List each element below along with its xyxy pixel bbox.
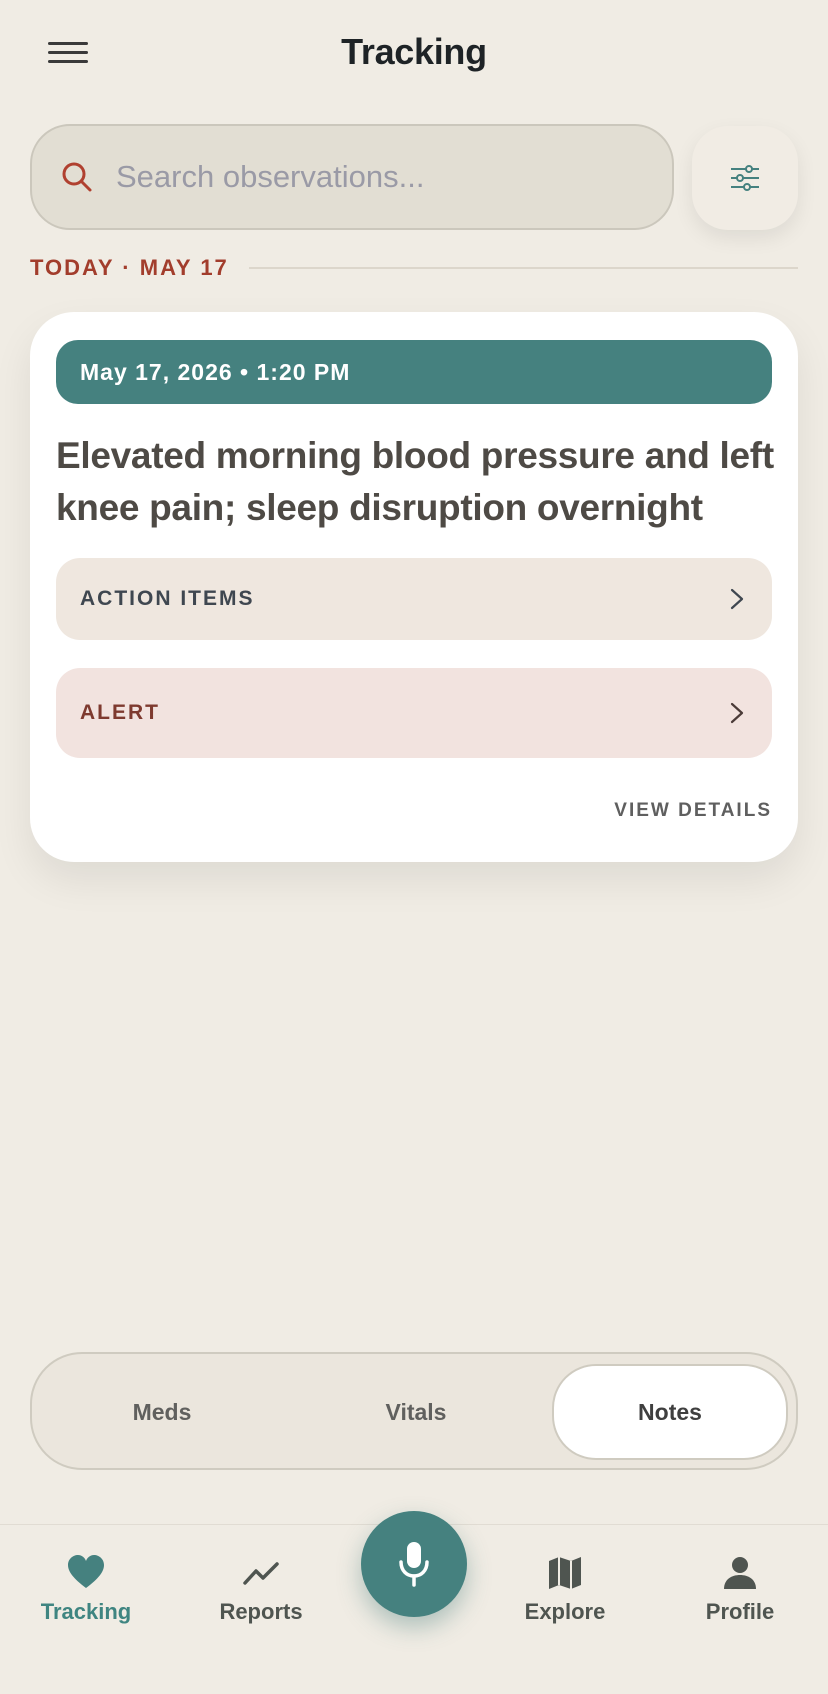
nav-label-explore: Explore (524, 1599, 606, 1624)
view-details-link[interactable]: VIEW DETAILS (614, 800, 772, 822)
nav-item-profile[interactable]: Profile (660, 1553, 820, 1653)
search-row (30, 124, 798, 230)
heart-icon (68, 1555, 104, 1588)
alert-label: ALERT (80, 701, 160, 724)
map-icon (549, 1557, 581, 1589)
segment-meds[interactable]: Meds (44, 1364, 280, 1460)
action-items-row[interactable]: ACTION ITEMS (56, 558, 772, 640)
trend-icon (243, 1562, 279, 1585)
hamburger-icon (48, 50, 88, 54)
search-icon (60, 160, 94, 194)
menu-button[interactable] (48, 36, 96, 68)
segmented-control: Meds Vitals Notes (30, 1352, 798, 1470)
page-title: Tracking (341, 31, 487, 72)
sliders-icon (731, 165, 759, 191)
nav-item-tracking[interactable]: Tracking (6, 1553, 166, 1653)
nav-item-explore[interactable]: Explore (485, 1553, 645, 1653)
nav-label-tracking: Tracking (40, 1599, 132, 1624)
alert-row[interactable]: ALERT (56, 668, 772, 758)
hamburger-icon (48, 59, 88, 63)
nav-label-reports: Reports (219, 1599, 303, 1624)
card-timestamp: May 17, 2026 • 1:20 PM (56, 340, 772, 404)
date-divider: TODAY · MAY 17 (30, 254, 798, 282)
divider-line (248, 267, 798, 269)
chevron-right-icon (730, 588, 744, 610)
microphone-icon (399, 1542, 429, 1587)
observation-card[interactable]: May 17, 2026 • 1:20 PM Elevated morning … (30, 312, 798, 862)
search-box[interactable] (30, 124, 674, 230)
card-headline: Elevated morning blood pressure and left… (56, 435, 774, 528)
person-icon (724, 1557, 756, 1589)
app-header: Tracking (0, 0, 828, 104)
nav-item-reports[interactable]: Reports (181, 1553, 341, 1653)
segment-vitals[interactable]: Vitals (298, 1364, 534, 1460)
hamburger-icon (48, 41, 88, 45)
bottom-nav: Tracking Reports Explore Profile (0, 1511, 828, 1694)
microphone-button[interactable] (361, 1511, 467, 1617)
nav-label-profile: Profile (705, 1599, 775, 1624)
search-input[interactable] (116, 159, 636, 195)
action-items-label: ACTION ITEMS (80, 587, 255, 610)
segment-notes[interactable]: Notes (552, 1364, 788, 1460)
filter-button[interactable] (692, 126, 798, 230)
date-label: TODAY · MAY 17 (30, 255, 229, 280)
chevron-right-icon (730, 702, 744, 724)
